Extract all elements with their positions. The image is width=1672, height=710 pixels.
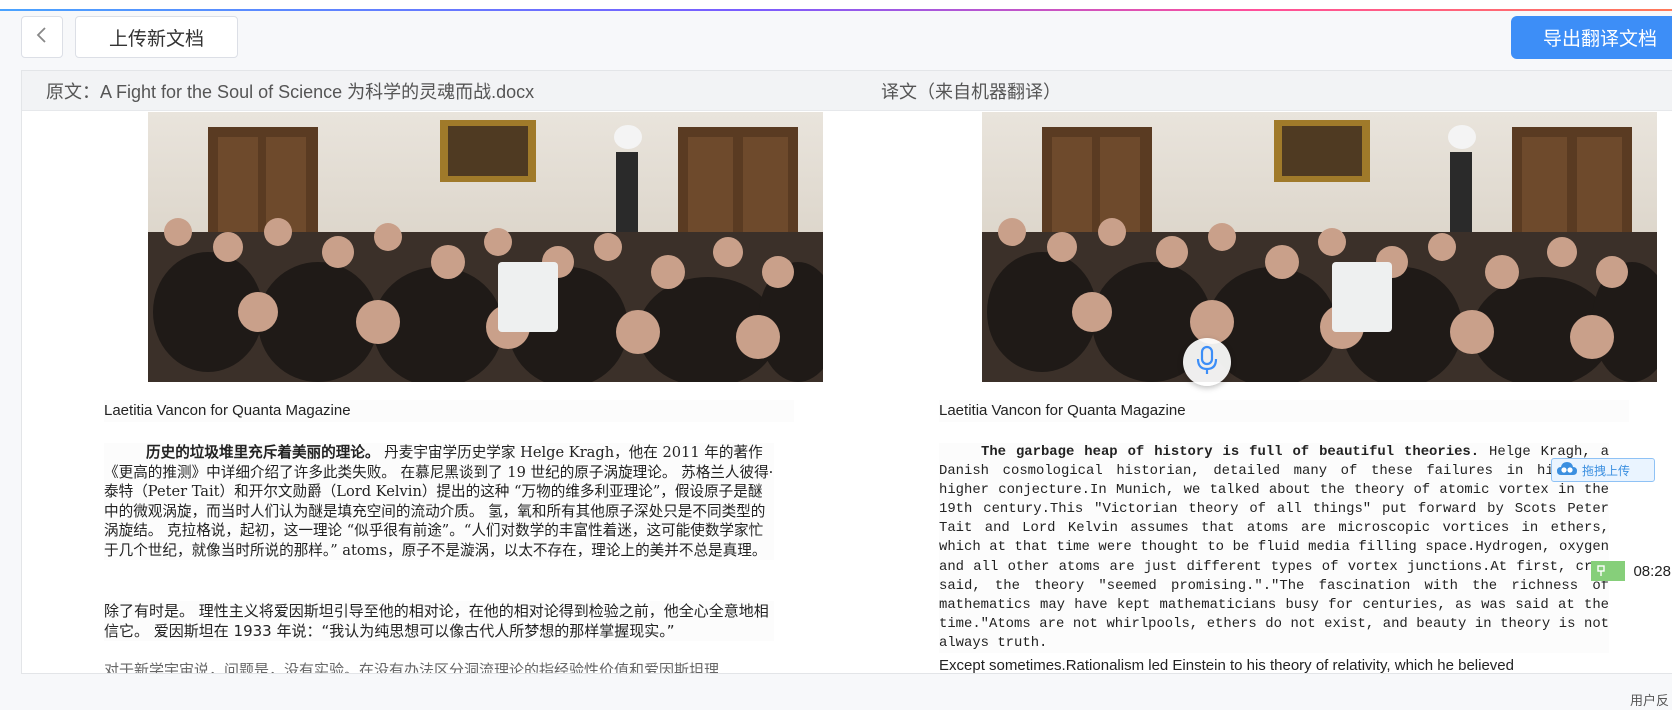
original-paragraph-1-lead: 历史的垃圾堆里充斥着美丽的理论。 (146, 444, 380, 461)
pin-icon (1597, 564, 1605, 576)
original-paragraph-2: 除了有时是。 理性主义将爱因斯坦引导至他的相对论，在他的相对论得到检验之前，他全… (104, 601, 774, 641)
export-translation-button[interactable]: 导出翻译文档 (1511, 16, 1672, 59)
voice-input-button[interactable] (1183, 338, 1231, 386)
translated-paragraph-1: The garbage heap of history is full of b… (939, 443, 1609, 654)
user-feedback-link[interactable]: 用户反 (1630, 690, 1669, 709)
drag-upload-button[interactable]: 拖拽上传 (1551, 458, 1655, 482)
drag-upload-label: 拖拽上传 (1582, 463, 1631, 478)
original-paragraph-3: 对于新学宇宙说，问题是，没有实验。在没有办法区分洞流理论的指经验性价值和爱因斯坦… (104, 662, 720, 674)
microphone-icon (1195, 345, 1219, 380)
time-display: 08:28 (1633, 562, 1671, 580)
cloud-upload-icon (1556, 461, 1578, 480)
translation-panel-header: 译文（来自机器翻译） (857, 71, 1672, 111)
chevron-left-icon (34, 25, 50, 50)
translated-paragraph-1-lead: The garbage heap of history is full of b… (981, 444, 1480, 460)
upload-new-document-button[interactable]: 上传新文档 (75, 16, 238, 58)
original-paragraph-1: 历史的垃圾堆里充斥着美丽的理论。 丹麦宇宙学历史学家 Helge Kragh，他… (104, 443, 774, 560)
conference-photo-translated (982, 112, 1657, 382)
translation-panel: 译文（来自机器翻译） Laetitia Vancon for Quanta Ma… (857, 70, 1672, 674)
original-document-panel: 原文：A Fight for the Soul of Science 为科学的灵… (21, 70, 858, 674)
photo-credit: Laetitia Vancon for Quanta Magazine (104, 400, 794, 422)
photo-credit-translated: Laetitia Vancon for Quanta Magazine (939, 400, 1629, 422)
original-paragraph-1-body: 丹麦宇宙学历史学家 Helge Kragh，他在 2011 年的著作《更高的推测… (104, 444, 774, 559)
top-accent-bar (0, 0, 1672, 11)
back-button[interactable] (21, 16, 63, 58)
time-widget[interactable]: 08:28 (1591, 560, 1671, 582)
translated-paragraph-1-body: Helge Kragh, a Danish cosmological histo… (939, 444, 1609, 651)
conference-photo (148, 112, 823, 382)
time-bar (1591, 561, 1626, 581)
original-panel-header: 原文：A Fight for the Soul of Science 为科学的灵… (22, 71, 857, 111)
translated-paragraph-2: Except sometimes.Rationalism led Einstei… (939, 657, 1514, 674)
